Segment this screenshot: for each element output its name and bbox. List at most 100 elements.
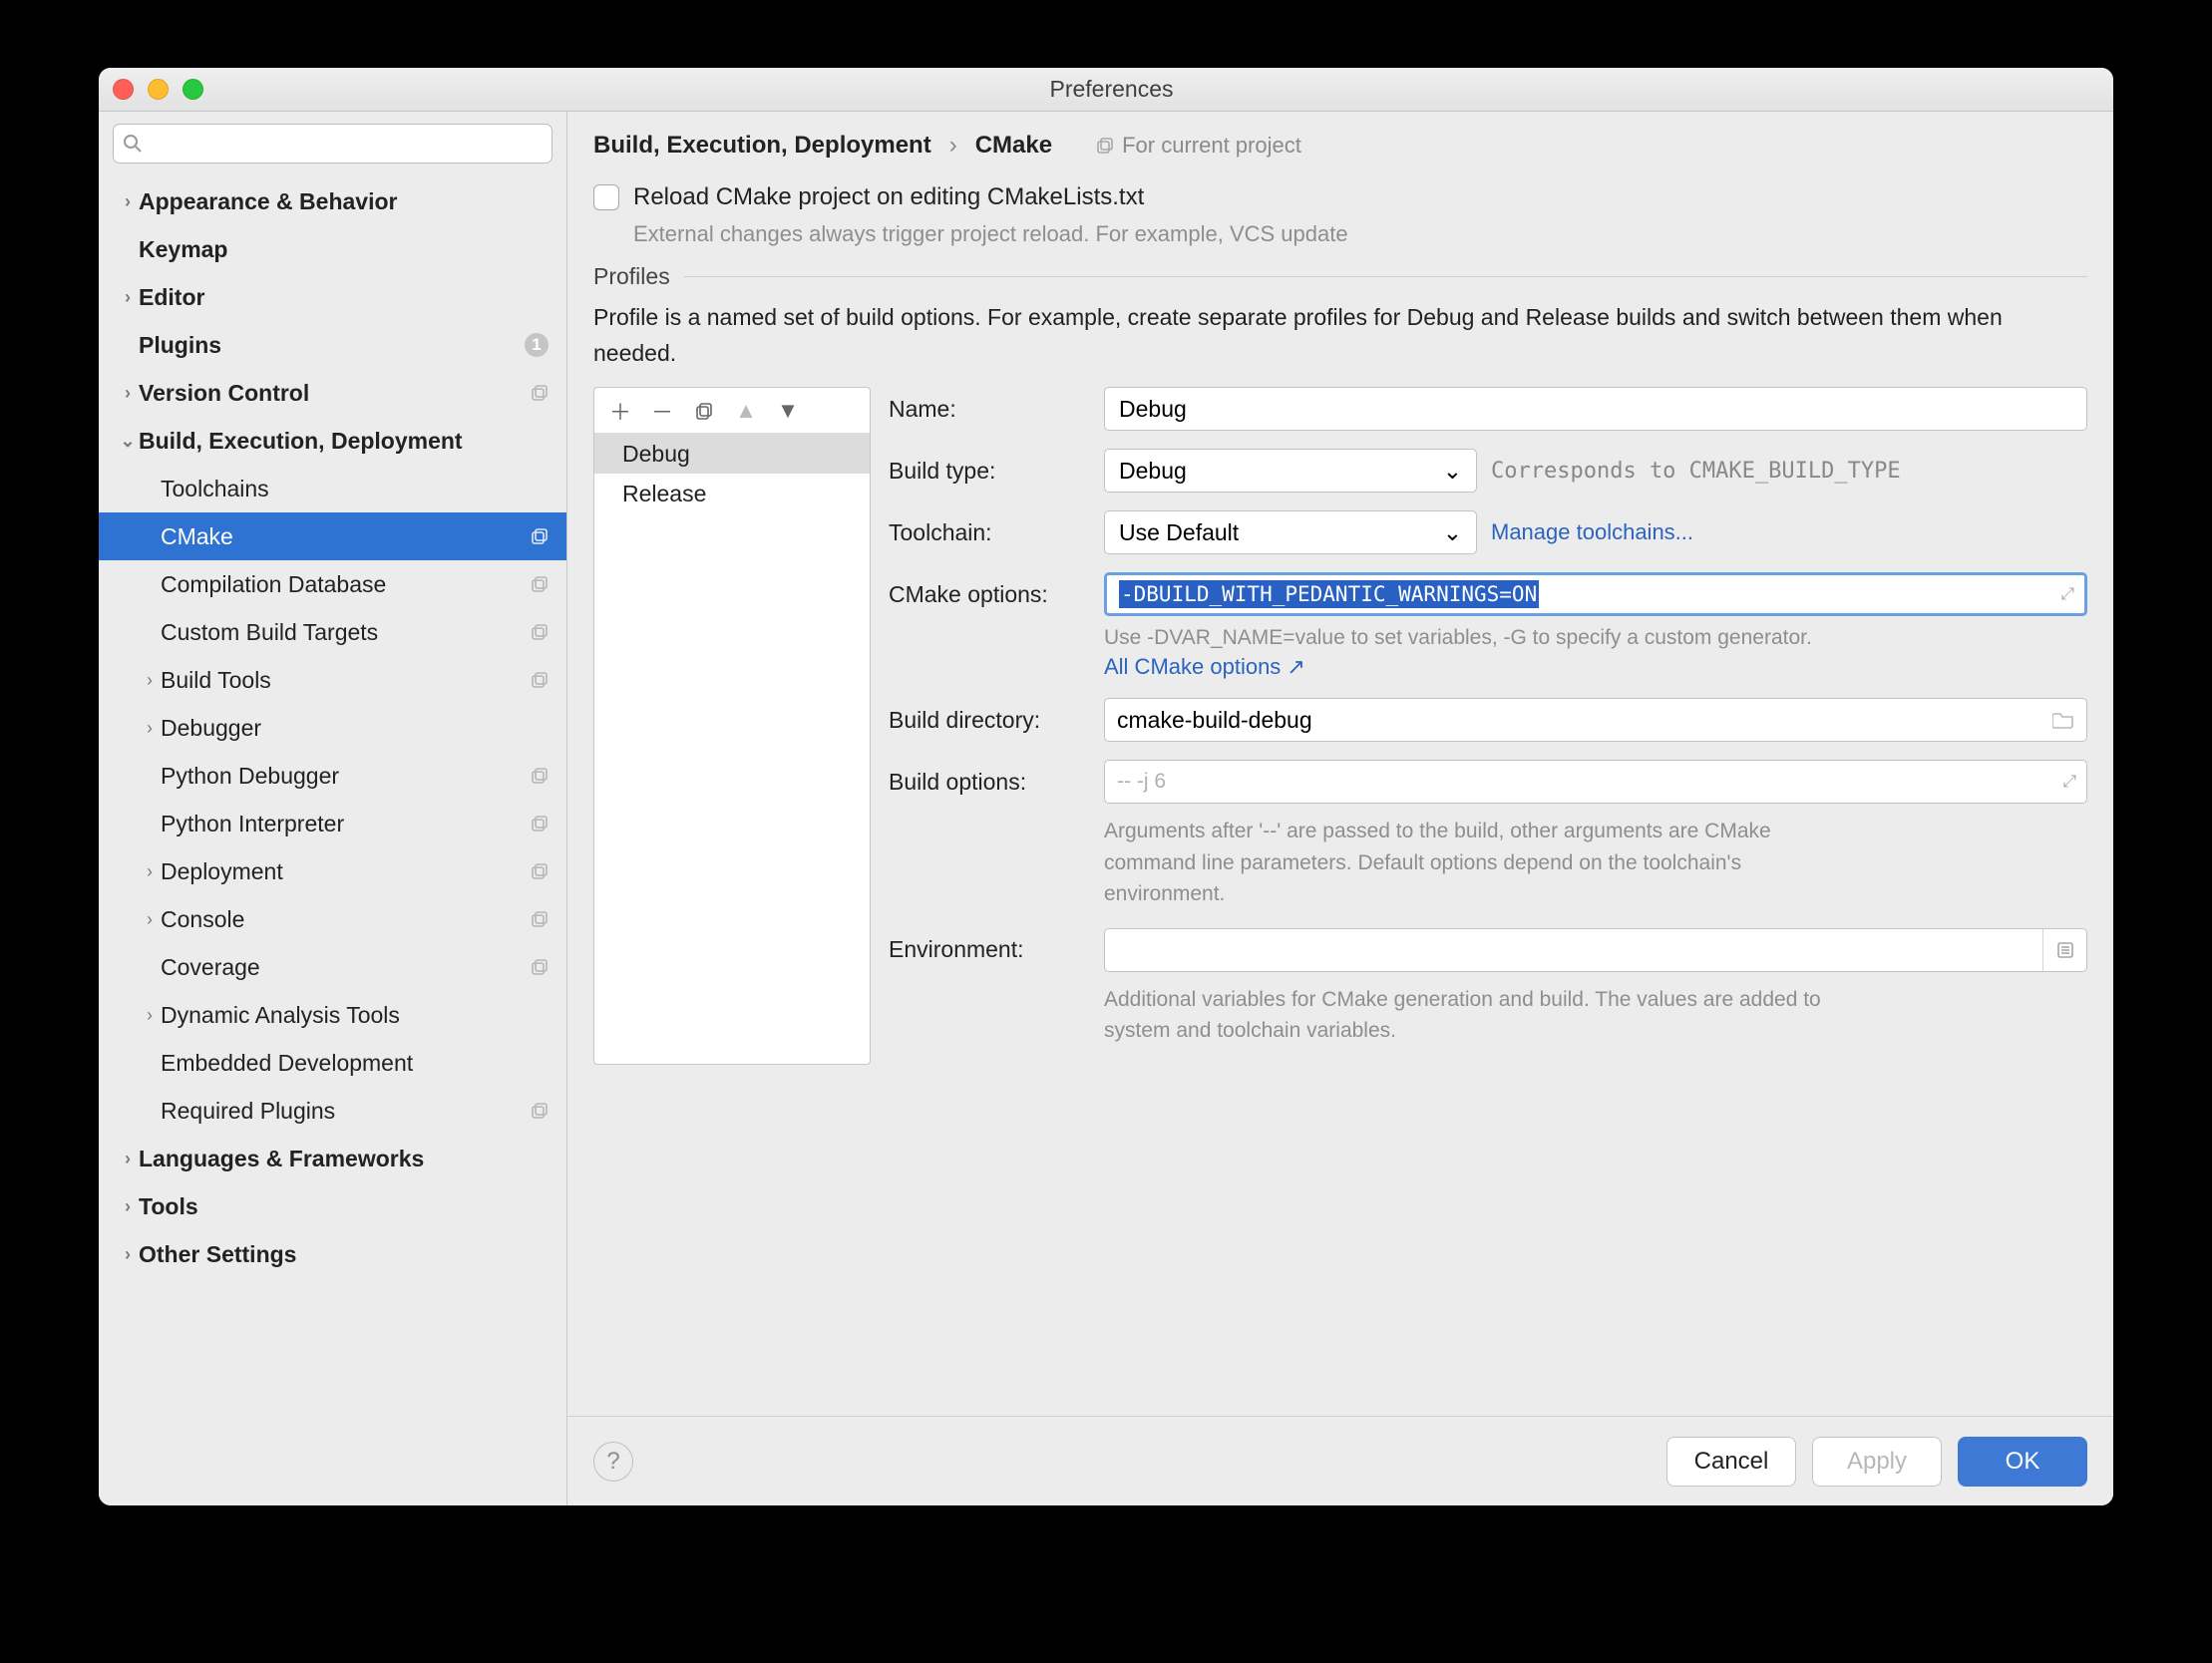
tree-item-label: Editor	[139, 284, 549, 311]
project-scope-icon	[531, 384, 549, 402]
tree-item-embedded-development[interactable]: Embedded Development	[99, 1039, 566, 1087]
tree-item-label: Custom Build Targets	[161, 619, 531, 646]
add-profile-button[interactable]: ＋	[606, 397, 634, 425]
profile-item-release[interactable]: Release	[594, 474, 870, 513]
folder-icon[interactable]	[2052, 711, 2074, 729]
tree-item-console[interactable]: ›Console	[99, 895, 566, 943]
tree-item-appearance-behavior[interactable]: ›Appearance & Behavior	[99, 177, 566, 225]
tree-item-deployment[interactable]: ›Deployment	[99, 847, 566, 895]
reload-on-edit-label: Reload CMake project on editing CMakeLis…	[633, 183, 1144, 211]
toolchain-label: Toolchain:	[889, 519, 1090, 546]
tree-item-other-settings[interactable]: ›Other Settings	[99, 1230, 566, 1278]
tree-item-tools[interactable]: ›Tools	[99, 1182, 566, 1230]
scope-tag: For current project	[1096, 133, 1301, 159]
edit-env-button[interactable]	[2042, 929, 2086, 971]
tree-item-python-debugger[interactable]: Python Debugger	[99, 752, 566, 800]
profiles-section-title: Profiles	[593, 263, 670, 290]
sidebar: ›Appearance & BehaviorKeymap›EditorPlugi…	[99, 112, 567, 1505]
cmake-options-input[interactable]: -DBUILD_WITH_PEDANTIC_WARNINGS=ON ⤢	[1104, 572, 2087, 616]
reload-on-edit-checkbox[interactable]	[593, 184, 619, 210]
tree-item-version-control[interactable]: ›Version Control	[99, 369, 566, 417]
tree-item-label: Compilation Database	[161, 571, 531, 598]
copy-profile-button[interactable]	[690, 397, 718, 425]
tree-item-label: Appearance & Behavior	[139, 188, 549, 215]
tree-item-label: Toolchains	[161, 476, 549, 502]
tree-item-label: Console	[161, 906, 531, 933]
chevron-right-icon: ›	[949, 132, 957, 160]
cmake-options-hint: Use -DVAR_NAME=value to set variables, -…	[1104, 626, 2087, 650]
build-directory-label: Build directory:	[889, 707, 1090, 734]
build-options-hint: Arguments after '--' are passed to the b…	[1104, 816, 1822, 910]
tree-item-label: Other Settings	[139, 1241, 549, 1268]
breadcrumb: Build, Execution, Deployment › CMake For…	[567, 112, 2113, 169]
stack-icon	[1096, 137, 1114, 155]
remove-profile-button[interactable]: －	[648, 397, 676, 425]
tree-item-label: Required Plugins	[161, 1098, 531, 1125]
tree-arrow-icon: ›	[117, 1149, 139, 1169]
project-scope-icon	[531, 623, 549, 641]
tree-item-label: Tools	[139, 1193, 549, 1220]
profile-form: Name: Build type: Debug ⌄ Corresponds to…	[889, 387, 2087, 1065]
tree-item-languages-frameworks[interactable]: ›Languages & Frameworks	[99, 1135, 566, 1182]
titlebar: Preferences	[99, 68, 2113, 112]
tree-item-build-execution-deployment[interactable]: ⌄Build, Execution, Deployment	[99, 417, 566, 465]
apply-button[interactable]: Apply	[1812, 1437, 1942, 1487]
build-type-note: Corresponds to CMAKE_BUILD_TYPE	[1491, 459, 1901, 484]
build-directory-input[interactable]: cmake-build-debug	[1104, 698, 2087, 742]
tree-item-python-interpreter[interactable]: Python Interpreter	[99, 800, 566, 847]
tree-item-coverage[interactable]: Coverage	[99, 943, 566, 991]
crumb-current: CMake	[975, 132, 1052, 160]
preferences-window: Preferences ›Appearance & BehaviorKeymap…	[99, 68, 2113, 1505]
project-scope-icon	[531, 862, 549, 880]
build-type-select[interactable]: Debug ⌄	[1104, 449, 1477, 493]
tree-item-editor[interactable]: ›Editor	[99, 273, 566, 321]
environment-input[interactable]	[1104, 928, 2087, 972]
tree-item-required-plugins[interactable]: Required Plugins	[99, 1087, 566, 1135]
tree-item-toolchains[interactable]: Toolchains	[99, 465, 566, 512]
cancel-button[interactable]: Cancel	[1666, 1437, 1796, 1487]
tree-item-keymap[interactable]: Keymap	[99, 225, 566, 273]
profiles-toolbar: ＋ － ▲ ▼	[594, 388, 870, 434]
tree-item-cmake[interactable]: CMake	[99, 512, 566, 560]
tree-item-label: Keymap	[139, 236, 549, 263]
crumb-parent[interactable]: Build, Execution, Deployment	[593, 132, 931, 160]
build-options-input[interactable]: -- -j 6 ⤢	[1104, 760, 2087, 804]
chevron-down-icon: ⌄	[1443, 519, 1462, 546]
tree-item-plugins[interactable]: Plugins1	[99, 321, 566, 369]
reload-hint: External changes always trigger project …	[633, 221, 2087, 247]
profiles-list-panel: ＋ － ▲ ▼ DebugRelease	[593, 387, 871, 1065]
name-input[interactable]	[1104, 387, 2087, 431]
all-cmake-options-link[interactable]: All CMake options ↗	[1104, 654, 1305, 679]
move-up-button[interactable]: ▲	[732, 397, 760, 425]
tree-item-compilation-database[interactable]: Compilation Database	[99, 560, 566, 608]
tree-item-debugger[interactable]: ›Debugger	[99, 704, 566, 752]
search-input[interactable]	[113, 124, 553, 164]
settings-tree: ›Appearance & BehaviorKeymap›EditorPlugi…	[99, 173, 566, 1505]
name-label: Name:	[889, 396, 1090, 423]
tree-item-dynamic-analysis-tools[interactable]: ›Dynamic Analysis Tools	[99, 991, 566, 1039]
move-down-button[interactable]: ▼	[774, 397, 802, 425]
tree-arrow-icon: ›	[139, 670, 161, 691]
tree-arrow-icon: ›	[117, 191, 139, 212]
tree-item-custom-build-targets[interactable]: Custom Build Targets	[99, 608, 566, 656]
window-title: Preferences	[124, 76, 2099, 103]
manage-toolchains-link[interactable]: Manage toolchains...	[1491, 519, 1693, 545]
ok-button[interactable]: OK	[1958, 1437, 2087, 1487]
tree-arrow-icon: ›	[139, 1005, 161, 1026]
tree-arrow-icon: ›	[117, 1244, 139, 1265]
count-badge: 1	[525, 333, 549, 357]
expand-icon[interactable]: ⤢	[2060, 584, 2074, 604]
tree-item-label: CMake	[161, 523, 531, 550]
project-scope-icon	[531, 575, 549, 593]
toolchain-select[interactable]: Use Default ⌄	[1104, 510, 1477, 554]
tree-arrow-icon: ⌄	[117, 431, 139, 452]
tree-arrow-icon: ›	[139, 718, 161, 739]
cmake-options-label: CMake options:	[889, 581, 1090, 608]
help-button[interactable]: ?	[593, 1442, 633, 1482]
expand-icon[interactable]: ⤢	[2062, 772, 2076, 792]
environment-label: Environment:	[889, 936, 1090, 963]
tree-item-label: Coverage	[161, 954, 531, 981]
tree-item-label: Deployment	[161, 858, 531, 885]
tree-item-build-tools[interactable]: ›Build Tools	[99, 656, 566, 704]
profile-item-debug[interactable]: Debug	[594, 434, 870, 474]
